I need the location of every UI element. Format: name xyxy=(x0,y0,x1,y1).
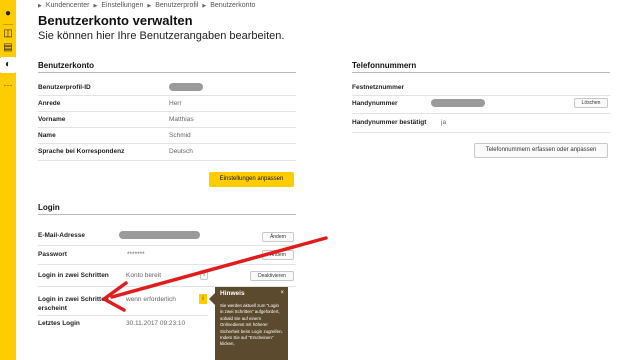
section-divider xyxy=(38,214,296,215)
page-title: Benutzerkonto verwalten xyxy=(38,13,193,28)
two-step-appears-info-button[interactable]: i xyxy=(199,294,207,304)
change-password-button[interactable]: Ändern xyxy=(262,250,294,260)
row-divider xyxy=(38,160,296,161)
two-step-info-button[interactable]: i xyxy=(200,270,208,280)
row-divider xyxy=(38,127,296,128)
row-divider xyxy=(352,113,610,114)
book-icon[interactable]: ▤ xyxy=(2,42,14,54)
login-section-title: Login xyxy=(38,203,60,212)
page-subtitle: Sie können hier Ihre Benutzerangaben bea… xyxy=(38,30,285,42)
speedometer-icon[interactable]: ◐ xyxy=(0,57,16,73)
manage-phone-numbers-button[interactable]: Telefonnummern erfassen oder anpassen xyxy=(474,143,608,158)
hint-tooltip: Hinweis × Sie werden aktuell zum "Login … xyxy=(215,287,288,360)
row-divider xyxy=(352,132,610,133)
close-icon[interactable]: × xyxy=(280,290,284,296)
salutation-label: Anrede xyxy=(38,100,61,107)
breadcrumb-item[interactable]: Benutzerprofil xyxy=(155,2,198,9)
lastname-value: Schmid xyxy=(169,132,191,139)
mobile-label: Handynummer xyxy=(352,100,398,107)
user-icon[interactable]: ● xyxy=(2,8,14,20)
section-divider xyxy=(38,72,296,73)
annotation-arrow xyxy=(102,236,328,312)
landline-label: Festnetznummer xyxy=(352,84,405,91)
breadcrumb: ▶ Kundencenter ▶ Einstellungen ▶ Benutze… xyxy=(38,2,255,9)
two-step-appears-label-line2: erscheint xyxy=(38,305,67,312)
last-login-value: 30.11.2017 09:23:10 xyxy=(126,320,186,327)
crumb-arrow-icon: ▶ xyxy=(147,2,152,9)
password-value: ******* xyxy=(127,251,145,258)
profile-id-label: Benutzerprofil-ID xyxy=(38,84,91,91)
row-divider xyxy=(38,245,296,246)
mobile-confirmed-value: ja xyxy=(441,119,447,126)
crumb-arrow-icon: ▶ xyxy=(93,2,98,9)
more-icon[interactable]: ··· xyxy=(2,80,14,90)
two-step-value: Konto bereit xyxy=(126,272,162,279)
adjust-settings-button[interactable]: Einstellungen anpassen xyxy=(209,172,294,187)
row-divider xyxy=(352,95,610,96)
deactivate-two-step-button[interactable]: Deaktivieren xyxy=(250,271,294,281)
two-step-appears-label: Login in zwei Schritten xyxy=(38,296,109,303)
firstname-label: Vorname xyxy=(38,116,66,123)
profile-id-value-masked xyxy=(169,83,203,91)
two-step-appears-value: wenn erforderlich xyxy=(126,296,176,303)
tooltip-title: Hinweis xyxy=(220,290,245,297)
account-section-title: Benutzerkonto xyxy=(38,61,94,70)
tooltip-body: Sie werden aktuell zum "Login in zwei Sc… xyxy=(220,303,283,347)
language-label: Sprache bei Korrespondenz xyxy=(38,148,125,155)
row-divider xyxy=(38,95,296,96)
row-divider xyxy=(38,111,296,112)
mobile-confirmed-label: Handynummer bestätigt xyxy=(352,119,427,126)
briefcase-icon[interactable]: ◫ xyxy=(2,28,14,40)
breadcrumb-item[interactable]: Kundencenter xyxy=(46,2,90,9)
row-divider xyxy=(38,264,296,265)
change-email-button[interactable]: Ändern xyxy=(262,232,294,242)
sidebar-divider xyxy=(3,24,13,25)
crumb-arrow-icon: ▶ xyxy=(38,2,42,9)
breadcrumb-item-current: Benutzerkonto xyxy=(210,2,256,9)
two-step-label: Login in zwei Schritten xyxy=(38,272,109,279)
mobile-value-masked xyxy=(431,99,485,107)
row-divider xyxy=(38,143,296,144)
last-login-label: Letztes Login xyxy=(38,320,80,327)
salutation-value: Herr xyxy=(169,100,182,107)
lastname-label: Name xyxy=(38,132,56,139)
email-label: E-Mail-Adresse xyxy=(38,232,85,239)
phone-section-title: Telefonnummern xyxy=(352,61,417,70)
password-label: Passwort xyxy=(38,251,67,258)
delete-mobile-button[interactable]: Löschen xyxy=(574,98,608,108)
email-value-masked xyxy=(119,231,200,239)
language-value: Deutsch xyxy=(169,148,193,155)
sidebar: ● ◫ ▤ ◐ ··· xyxy=(0,0,16,360)
crumb-arrow-icon: ▶ xyxy=(202,2,207,9)
firstname-value: Matthias xyxy=(169,116,194,123)
section-divider xyxy=(352,72,610,73)
row-divider xyxy=(38,315,208,316)
breadcrumb-item[interactable]: Einstellungen xyxy=(101,2,143,9)
